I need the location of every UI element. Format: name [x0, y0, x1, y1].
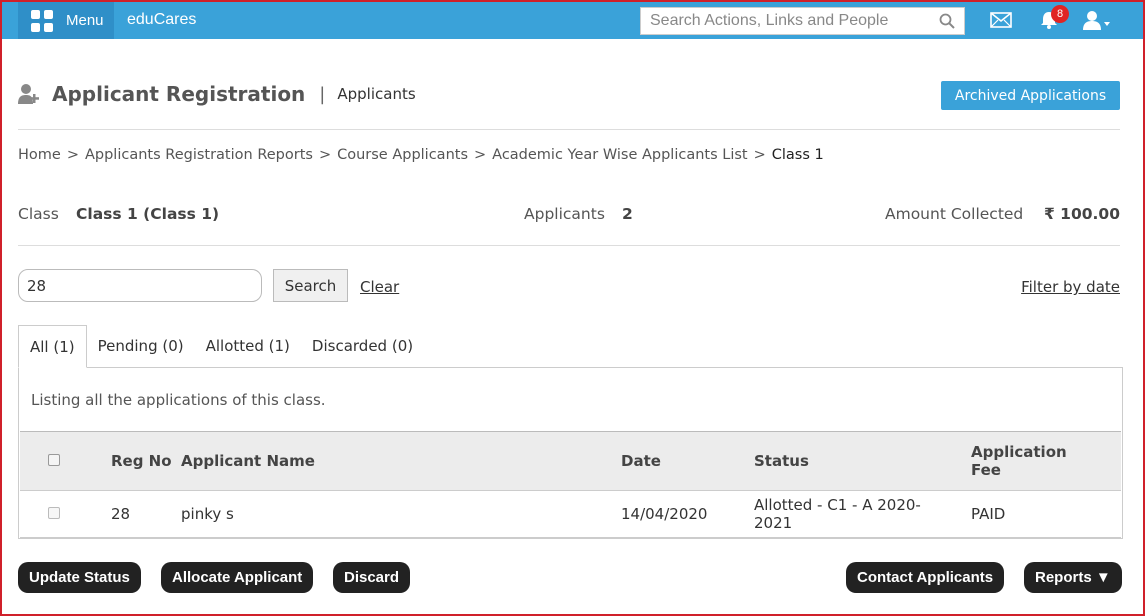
user-add-icon [18, 84, 39, 104]
divider [18, 245, 1120, 246]
breadcrumb-home[interactable]: Home [18, 147, 61, 163]
breadcrumb: Home > Applicants Registration Reports > Cou… [18, 147, 824, 163]
mail-icon[interactable] [990, 12, 1012, 28]
contact-applicants-button[interactable]: Contact Applicants [846, 562, 1005, 593]
column-header-reg-no[interactable]: Reg No [111, 431, 181, 491]
reports-dropdown-button[interactable]: Reports ▼ [1024, 562, 1122, 593]
applicant-name-cell: pinky s [181, 490, 621, 538]
global-search [640, 7, 965, 35]
reg-no-cell: 28 [111, 490, 181, 538]
status-tabs: All (1) Pending (0) Allotted (1) Discard… [18, 325, 424, 368]
notification-badge: 8 [1051, 5, 1069, 23]
divider [18, 129, 1120, 130]
page-title: Applicant Registration [52, 82, 306, 106]
title-separator: | [319, 83, 326, 105]
page-header: Applicant Registration | Applicants [18, 82, 416, 106]
search-icon[interactable] [939, 13, 955, 29]
applicants-table: Reg No Applicant Name Date Status Applic… [20, 431, 1121, 538]
clear-link[interactable]: Clear [360, 278, 399, 296]
user-icon[interactable] [1082, 9, 1112, 31]
table-row[interactable]: 28 pinky s 14/04/2020 Allotted - C1 - A … [20, 490, 1121, 538]
column-header-status[interactable]: Status [754, 431, 971, 491]
allocate-applicant-button[interactable]: Allocate Applicant [161, 562, 314, 593]
fee-cell: PAID [971, 490, 1121, 538]
archived-applications-button[interactable]: Archived Applications [941, 81, 1120, 110]
class-value: Class 1 (Class 1) [76, 205, 220, 223]
tab-panel: Listing all the applications of this cla… [18, 367, 1123, 539]
page-subtitle: Applicants [337, 85, 416, 103]
amount-label: Amount Collected [885, 205, 1024, 223]
breadcrumb-registration-reports[interactable]: Applicants Registration Reports [85, 147, 313, 163]
top-navbar: Menu eduCares 8 [2, 2, 1143, 39]
class-label: Class [18, 205, 59, 223]
update-status-button[interactable]: Update Status [18, 562, 141, 593]
breadcrumb-course-applicants[interactable]: Course Applicants [337, 147, 468, 163]
listing-description: Listing all the applications of this cla… [31, 391, 326, 409]
filter-by-date-link[interactable]: Filter by date [1021, 278, 1120, 296]
grid-icon [31, 9, 53, 32]
tab-pending[interactable]: Pending (0) [87, 325, 195, 368]
date-cell: 14/04/2020 [621, 490, 754, 538]
menu-button[interactable]: Menu [18, 2, 114, 39]
search-input[interactable] [18, 269, 262, 302]
breadcrumb-current: Class 1 [771, 147, 824, 163]
status-cell: Allotted - C1 - A 2020-2021 [754, 490, 971, 538]
select-all-checkbox[interactable] [48, 454, 60, 466]
breadcrumb-year-wise-list[interactable]: Academic Year Wise Applicants List [492, 147, 747, 163]
applicants-count: 2 [622, 205, 633, 223]
tab-allotted[interactable]: Allotted (1) [195, 325, 301, 368]
amount-value: ₹ 100.00 [1044, 205, 1120, 223]
row-select-cell [20, 490, 111, 538]
global-search-input[interactable] [641, 8, 931, 34]
column-header-date[interactable]: Date [621, 431, 754, 491]
applicants-label: Applicants [524, 205, 605, 223]
tab-all[interactable]: All (1) [18, 325, 87, 368]
discard-button[interactable]: Discard [333, 562, 411, 593]
tab-discarded[interactable]: Discarded (0) [301, 325, 424, 368]
search-button[interactable]: Search [273, 269, 348, 302]
column-header-application-fee[interactable]: Application Fee [971, 431, 1121, 491]
menu-label: Menu [66, 12, 104, 29]
table-header-row: Reg No Applicant Name Date Status Applic… [20, 431, 1121, 491]
brand-name[interactable]: eduCares [127, 11, 196, 29]
select-all-cell [20, 431, 111, 491]
column-header-applicant-name[interactable]: Applicant Name [181, 431, 621, 491]
row-checkbox[interactable] [48, 507, 60, 519]
